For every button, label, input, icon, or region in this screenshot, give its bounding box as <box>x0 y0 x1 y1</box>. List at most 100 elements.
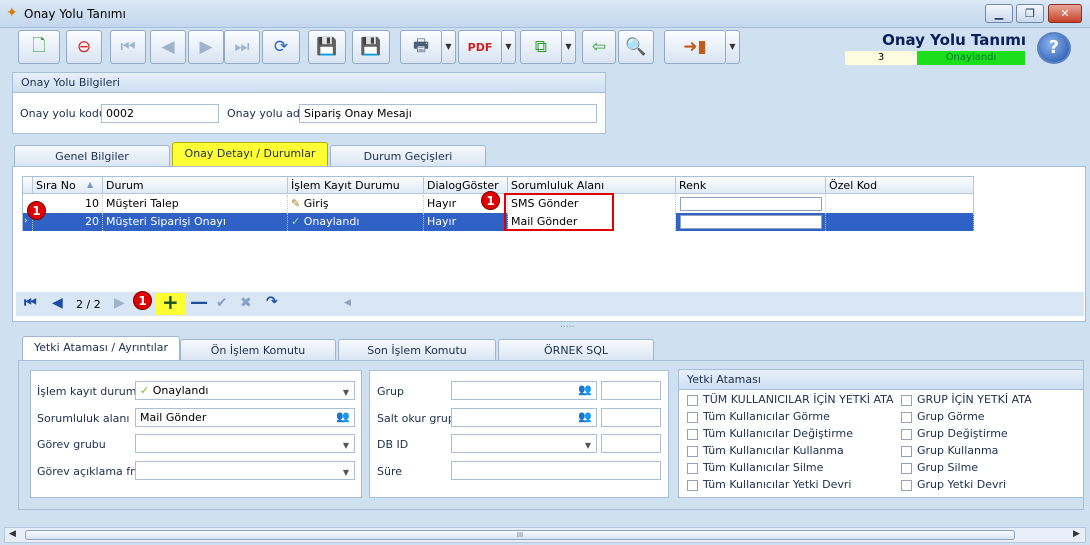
print-dropdown[interactable]: ▼ <box>442 30 456 64</box>
confirm-icon[interactable]: ✔ <box>216 295 228 311</box>
column-header-sorumluluk[interactable]: Sorumluluk Alanı <box>508 177 676 194</box>
tab-durum-gecisleri[interactable]: Durum Geçişleri <box>330 145 486 167</box>
tab-genel-bilgiler[interactable]: Genel Bilgiler <box>14 145 170 167</box>
cell-renk[interactable] <box>676 213 826 231</box>
checkbox-box[interactable] <box>687 479 698 491</box>
checkbox-box[interactable] <box>901 394 912 406</box>
sure-input[interactable] <box>451 461 661 480</box>
refresh-button[interactable]: ⟳ <box>262 30 300 64</box>
new-button[interactable]: 🗋 <box>18 30 60 64</box>
checkbox-box[interactable] <box>901 479 912 491</box>
checkbox-grup-silme[interactable]: Grup Silme <box>901 459 1032 476</box>
first-icon[interactable]: ⏮ <box>24 295 37 311</box>
tab-on-islem-komutu[interactable]: Ön İşlem Komutu <box>180 339 336 361</box>
checkbox-grup-yetki-devri[interactable]: Grup Yetki Devri <box>901 476 1032 493</box>
tab-yetki-atamasi[interactable]: Yetki Ataması / Ayrıntılar <box>22 336 180 361</box>
grup-label: Grup <box>377 385 405 398</box>
prev-icon[interactable]: ◀ <box>52 295 63 311</box>
checkbox-box[interactable] <box>687 428 698 440</box>
column-header-renk[interactable]: Renk <box>676 177 826 194</box>
close-button[interactable]: ✕ <box>1048 4 1082 23</box>
print-button[interactable]: 🖶 <box>400 30 442 64</box>
last-record-button[interactable]: ⏭ <box>224 30 260 64</box>
checkbox-grup-gorme[interactable]: Grup Görme <box>901 408 1032 425</box>
export-pdf-button[interactable]: PDF <box>458 30 502 64</box>
checkbox-tum-yetki[interactable]: TÜM KULLANICILAR İÇİN YETKİ ATA <box>687 391 894 408</box>
cell-renk[interactable] <box>676 195 826 213</box>
checkbox-box[interactable] <box>687 411 698 423</box>
grup-extra-input[interactable] <box>601 381 661 400</box>
db-id-select[interactable]: ▼ <box>451 434 597 453</box>
add-button[interactable]: + <box>156 290 186 315</box>
tab-son-islem-komutu[interactable]: Son İşlem Komutu <box>338 339 496 361</box>
cancel-save-button[interactable]: 💾 <box>352 30 390 64</box>
name-input[interactable]: Sipariş Onay Mesajı <box>299 104 597 123</box>
scroll-left-icon[interactable]: ◀ <box>9 529 16 539</box>
checkbox-grup-yetki[interactable]: GRUP İÇİN YETKİ ATA <box>901 391 1032 408</box>
first-record-button[interactable]: ⏮ <box>110 30 146 64</box>
checkbox-box[interactable] <box>687 462 698 474</box>
copy-dropdown[interactable]: ▼ <box>562 30 576 64</box>
sorumluluk-input[interactable]: Mail Gönder 👥 <box>135 408 355 427</box>
salt-okur-extra-input[interactable] <box>601 408 661 427</box>
splitter-handle[interactable]: ..... <box>560 320 574 330</box>
previous-record-button[interactable]: ◀ <box>150 30 186 64</box>
tab-ornek-sql[interactable]: ÖRNEK SQL <box>498 339 654 361</box>
exit-button[interactable]: ➜▮ <box>664 30 726 64</box>
column-header-ozel[interactable]: Özel Kod <box>826 177 974 194</box>
tab-onay-detayi[interactable]: Onay Detayı / Durumlar <box>172 142 328 167</box>
help-button[interactable]: ? <box>1037 32 1071 64</box>
checkbox-grup-kullanma[interactable]: Grup Kullanma <box>901 442 1032 459</box>
users-icon[interactable]: 👥 <box>336 410 350 424</box>
salt-okur-input[interactable]: 👥 <box>451 408 597 427</box>
next-icon[interactable]: ▶ <box>114 295 125 311</box>
next-record-button[interactable]: ▶ <box>188 30 224 64</box>
users-icon[interactable]: 👥 <box>578 383 592 397</box>
grup-input[interactable]: 👥 <box>451 381 597 400</box>
copy-button[interactable]: ⧉ <box>520 30 562 64</box>
checkbox-box[interactable] <box>687 445 698 457</box>
aciklama-select[interactable]: ▼ <box>135 461 355 480</box>
horizontal-scrollbar[interactable]: ◀ III ▶ <box>4 527 1086 543</box>
checkbox-box[interactable] <box>901 462 912 474</box>
scroll-right-icon[interactable]: ▶ <box>1073 529 1080 539</box>
checkbox-tum-gorme[interactable]: Tüm Kullanıcılar Görme <box>687 408 894 425</box>
checkbox-box[interactable] <box>687 394 698 406</box>
search-document-button[interactable]: 🔍 <box>618 30 654 64</box>
cell-ozel[interactable] <box>826 195 974 213</box>
checkbox-tum-yetki-devri[interactable]: Tüm Kullanıcılar Yetki Devri <box>687 476 894 493</box>
checkbox-tum-kullanma[interactable]: Tüm Kullanıcılar Kullanma <box>687 442 894 459</box>
restore-button[interactable]: ❐ <box>1016 4 1044 23</box>
users-icon[interactable]: 👥 <box>578 410 592 424</box>
scrollbar-thumb[interactable]: III <box>25 530 1015 540</box>
remove-icon[interactable]: — <box>190 292 208 313</box>
export-dropdown[interactable]: ▼ <box>502 30 516 64</box>
code-input[interactable]: 0002 <box>101 104 219 123</box>
save-button[interactable]: 💾 <box>308 30 346 64</box>
redo-icon[interactable]: ↷ <box>266 294 278 310</box>
scroll-left-icon[interactable]: ◀ <box>344 298 351 308</box>
gorev-select[interactable]: ▼ <box>135 434 355 453</box>
cell-dialog[interactable]: Hayır <box>424 213 508 231</box>
db-id-extra-input[interactable] <box>601 434 661 453</box>
import-button[interactable]: ⇦ <box>582 30 616 64</box>
annotation-badge: 1 <box>133 291 152 310</box>
minimize-button[interactable]: ▁ <box>985 4 1013 23</box>
checkbox-box[interactable] <box>901 445 912 457</box>
cell-durum[interactable]: Müşteri Talep <box>103 195 288 213</box>
exit-dropdown[interactable]: ▼ <box>726 30 740 64</box>
column-header-islem[interactable]: İşlem Kayıt Durumu <box>288 177 424 194</box>
islem-select[interactable]: ✓ Onaylandı ▼ <box>135 381 355 400</box>
cell-islem[interactable]: ✓ Onaylandı <box>288 213 424 231</box>
cell-durum[interactable]: Müşteri Siparişi Onayı <box>103 213 288 231</box>
cell-islem[interactable]: ✎ Giriş <box>288 195 424 213</box>
checkbox-tum-silme[interactable]: Tüm Kullanıcılar Silme <box>687 459 894 476</box>
cell-ozel[interactable] <box>826 213 974 231</box>
checkbox-grup-degistirme[interactable]: Grup Değiştirme <box>901 425 1032 442</box>
checkbox-box[interactable] <box>901 428 912 440</box>
checkbox-tum-degistirme[interactable]: Tüm Kullanıcılar Değiştirme <box>687 425 894 442</box>
checkbox-box[interactable] <box>901 411 912 423</box>
cancel-icon[interactable]: ✖ <box>240 295 252 311</box>
delete-button[interactable]: ⊖ <box>66 30 102 64</box>
column-header-durum[interactable]: Durum <box>103 177 288 194</box>
